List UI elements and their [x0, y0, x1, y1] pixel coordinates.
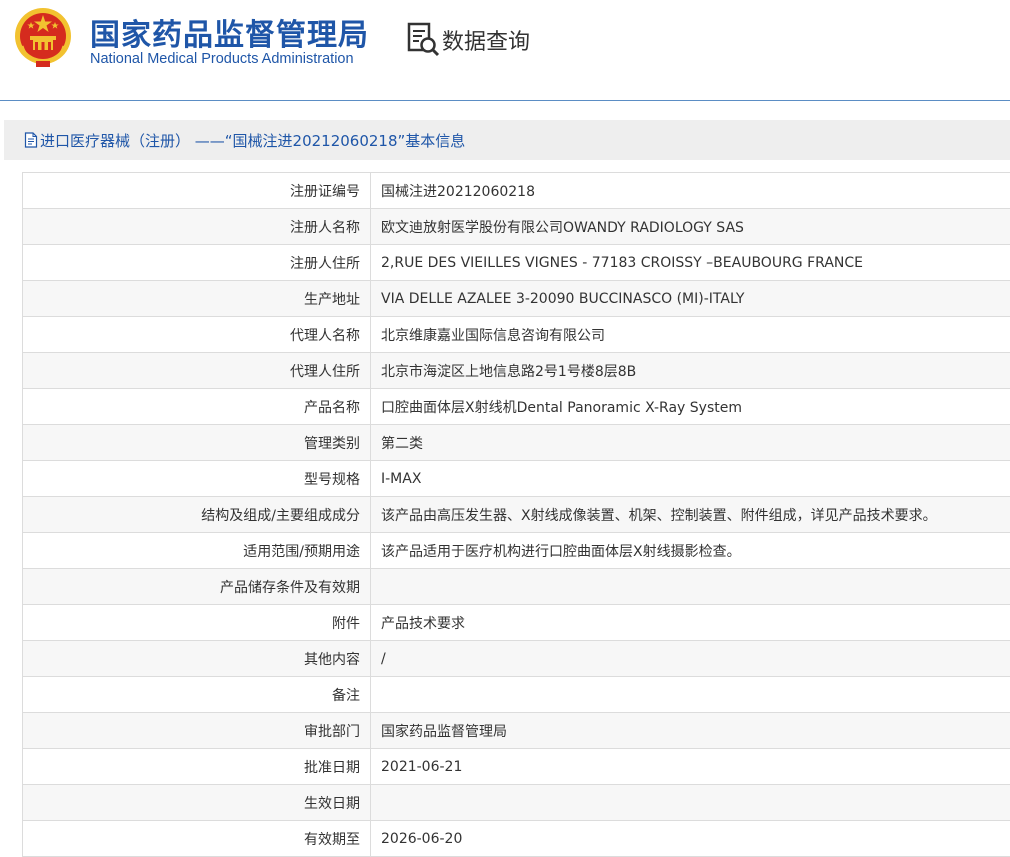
document-icon	[24, 132, 38, 148]
field-label: 适用范围/预期用途	[22, 532, 371, 569]
table-row: 注册人名称 欧文迪放射医学股份有限公司OWANDY RADIOLOGY SAS	[22, 208, 1010, 245]
table-row: 产品储存条件及有效期	[22, 568, 1010, 605]
document-search-icon	[407, 22, 440, 57]
field-value	[370, 784, 1010, 821]
org-name-cn: 国家药品监督管理局	[90, 18, 369, 53]
field-label: 注册人住所	[22, 244, 371, 281]
field-value: 2021-06-21	[370, 748, 1010, 785]
field-value: 国家药品监督管理局	[370, 712, 1010, 749]
field-value: 口腔曲面体层X射线机Dental Panoramic X-Ray System	[370, 388, 1010, 425]
field-label: 批准日期	[22, 748, 371, 785]
table-row: 管理类别 第二类	[22, 424, 1010, 461]
table-row: 结构及组成/主要组成成分 该产品由高压发生器、X射线成像装置、机架、控制装置、附件…	[22, 496, 1010, 533]
field-value: /	[370, 640, 1010, 677]
field-label: 代理人住所	[22, 352, 371, 389]
table-row: 注册人住所 2,RUE DES VIEILLES VIGNES - 77183 C…	[22, 244, 1010, 281]
org-name-en: National Medical Products Administration	[90, 51, 354, 67]
table-row: 生效日期	[22, 784, 1010, 821]
field-value: 第二类	[370, 424, 1010, 461]
field-value	[370, 568, 1010, 605]
field-value	[370, 676, 1010, 713]
field-label: 有效期至	[22, 820, 371, 857]
field-label: 生产地址	[22, 280, 371, 317]
field-value: 北京市海淀区上地信息路2号1号楼8层8B	[370, 352, 1010, 389]
record-title-bar: 进口医疗器械（注册） ——“国械注进20212060218”基本信息	[4, 120, 1010, 160]
field-value: 2026-06-20	[370, 820, 1010, 857]
record-title: 进口医疗器械（注册） ——“国械注进20212060218”基本信息	[40, 131, 466, 150]
site-header: 国家药品监督管理局 National Medical Products Admi…	[0, 0, 1010, 101]
data-query-label: 数据查询	[442, 30, 531, 55]
table-row: 代理人住所 北京市海淀区上地信息路2号1号楼8层8B	[22, 352, 1010, 389]
field-label: 其他内容	[22, 640, 371, 677]
national-emblem-icon	[15, 8, 71, 67]
field-label: 代理人名称	[22, 316, 371, 353]
field-label: 附件	[22, 604, 371, 641]
field-value: I-MAX	[370, 460, 1010, 497]
field-value: 该产品适用于医疗机构进行口腔曲面体层X射线摄影检查。	[370, 532, 1010, 569]
table-row: 备注	[22, 676, 1010, 713]
field-label: 注册证编号	[22, 172, 371, 209]
field-value: 欧文迪放射医学股份有限公司OWANDY RADIOLOGY SAS	[370, 208, 1010, 245]
table-row: 附件 产品技术要求	[22, 604, 1010, 641]
table-row: 注册证编号 国械注进20212060218	[22, 172, 1010, 209]
table-row: 生产地址 VIA DELLE AZALEE 3-20090 BUCCINASCO …	[22, 280, 1010, 317]
field-label: 生效日期	[22, 784, 371, 821]
table-row: 型号规格 I-MAX	[22, 460, 1010, 497]
field-label: 产品名称	[22, 388, 371, 425]
field-value: VIA DELLE AZALEE 3-20090 BUCCINASCO (MI)…	[370, 280, 1010, 317]
field-label: 注册人名称	[22, 208, 371, 245]
data-query-link[interactable]: 数据查询	[406, 20, 530, 60]
table-row: 其他内容 /	[22, 640, 1010, 677]
field-value: 该产品由高压发生器、X射线成像装置、机架、控制装置、附件组成，详见产品技术要求。	[370, 496, 1010, 533]
table-row: 适用范围/预期用途 该产品适用于医疗机构进行口腔曲面体层X射线摄影检查。	[22, 532, 1010, 569]
field-value: 2,RUE DES VIEILLES VIGNES - 77183 CROISS…	[370, 244, 1010, 281]
field-value: 产品技术要求	[370, 604, 1010, 641]
field-label: 备注	[22, 676, 371, 713]
field-label: 型号规格	[22, 460, 371, 497]
field-label: 管理类别	[22, 424, 371, 461]
field-label: 审批部门	[22, 712, 371, 749]
device-info-table: 注册证编号 国械注进20212060218 注册人名称 欧文迪放射医学股份有限公司OW…	[22, 172, 1010, 857]
table-row: 有效期至 2026-06-20	[22, 820, 1010, 857]
field-label: 产品储存条件及有效期	[22, 568, 371, 605]
field-label: 结构及组成/主要组成成分	[22, 496, 371, 533]
table-row: 批准日期 2021-06-21	[22, 748, 1010, 785]
table-row: 产品名称 口腔曲面体层X射线机Dental Panoramic X-Ray Sys…	[22, 388, 1010, 425]
table-row: 代理人名称 北京维康嘉业国际信息咨询有限公司	[22, 316, 1010, 353]
field-value: 北京维康嘉业国际信息咨询有限公司	[370, 316, 1010, 353]
table-row: 审批部门 国家药品监督管理局	[22, 712, 1010, 749]
field-value: 国械注进20212060218	[370, 172, 1010, 209]
